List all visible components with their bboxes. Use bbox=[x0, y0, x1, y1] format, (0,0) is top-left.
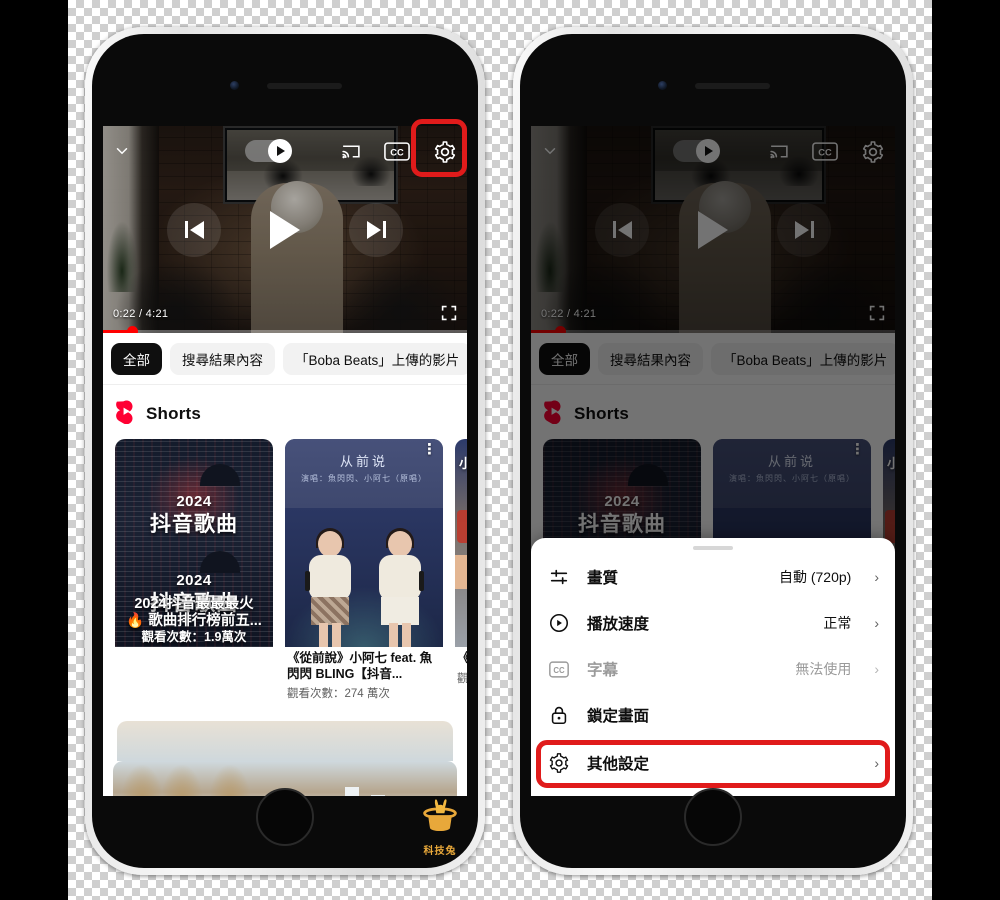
phone-before: CC 0:22 / 4:21 全部 搜尋結果內容 「Boba Beats」上傳的… bbox=[85, 27, 485, 875]
shorts-card-views: 觀 bbox=[457, 672, 467, 685]
phone-screen: CC 0:22 / 4:21 全部 搜尋結果內容 「Boba Beats」上傳的… bbox=[103, 126, 467, 796]
shorts-thumbnail[interactable]: 小阿 bbox=[455, 439, 467, 647]
watermark-text: 科技兔 bbox=[423, 846, 457, 857]
progress-scrubber bbox=[127, 326, 139, 333]
shorts-card[interactable]: 从前说 演唱：魚閃閃、小阿七（原唱） ⋮ bbox=[285, 439, 443, 701]
thumb-overlay-text: 小阿 bbox=[459, 456, 467, 471]
shorts-label: Shorts bbox=[146, 404, 202, 423]
chevron-down-icon[interactable] bbox=[113, 142, 131, 160]
singer-left bbox=[305, 528, 353, 647]
autoplay-toggle-knob bbox=[268, 139, 292, 163]
chip-all[interactable]: 全部 bbox=[111, 343, 162, 375]
rabbit-in-hat-icon bbox=[423, 799, 457, 831]
settings-gear-button[interactable] bbox=[433, 140, 457, 164]
quality-sliders-icon bbox=[547, 565, 571, 589]
settings-row-quality[interactable]: 畫質 自動 (720p) › bbox=[531, 554, 895, 600]
phone-bezel: CC 0:22 / 4:21 全部 搜尋結果內容 「Boba Beats」上傳的… bbox=[92, 34, 478, 868]
singer-right bbox=[377, 528, 424, 647]
settings-row-value: 自動 (720p) bbox=[778, 569, 852, 585]
closed-captions-icon: CC bbox=[547, 657, 571, 681]
shorts-card[interactable]: 小阿 《唱 觀 bbox=[455, 439, 467, 701]
chevron-right-icon: › bbox=[874, 569, 879, 585]
more-options-icon[interactable]: ⋮ bbox=[422, 442, 437, 457]
thumb-overlay-text: 抖音歌曲 bbox=[150, 512, 238, 536]
next-video-card-peek[interactable] bbox=[117, 721, 453, 762]
shorts-card-meta: 《從前說》小阿七 feat. 魚閃閃 BLING【抖音... 觀看次數：274 … bbox=[285, 647, 443, 701]
left-letterbox bbox=[0, 0, 68, 900]
shorts-card-title: 《唱 bbox=[457, 651, 467, 667]
chevron-right-icon: › bbox=[874, 615, 879, 631]
chevron-right-icon: › bbox=[874, 661, 879, 677]
phone-after: CC 0: bbox=[513, 27, 913, 875]
chevron-right-icon: › bbox=[874, 755, 879, 771]
home-button[interactable] bbox=[256, 788, 314, 846]
phone-screen: CC 0: bbox=[531, 126, 895, 796]
shorts-carousel[interactable]: 2024 抖音歌曲 2024 抖音歌曲 2024抖音最最最火 🔥 歌曲排行榜前五… bbox=[103, 439, 467, 716]
svg-text:CC: CC bbox=[553, 665, 565, 674]
watermark-logo: 科技兔 bbox=[416, 796, 464, 857]
lock-screen-icon bbox=[547, 703, 571, 727]
chip-search-results[interactable]: 搜尋結果內容 bbox=[170, 343, 275, 375]
timecode: 0:22 / 4:21 bbox=[113, 308, 169, 320]
player-settings-sheet: 畫質 自動 (720p) › 播放速度 正常 › CC 字幕 無法使用 › 鎖定… bbox=[531, 538, 895, 796]
phone-bezel: CC 0: bbox=[520, 34, 906, 868]
cast-icon[interactable] bbox=[339, 141, 363, 162]
shorts-card-title: 《從前說》小阿七 feat. 魚閃閃 BLING【抖音... bbox=[287, 651, 433, 681]
settings-row-playback-speed[interactable]: 播放速度 正常 › bbox=[531, 600, 895, 646]
video-progress-bar[interactable] bbox=[103, 326, 467, 333]
shorts-thumbnail[interactable]: 2024 抖音歌曲 2024 抖音歌曲 2024抖音最最最火 🔥 歌曲排行榜前五… bbox=[115, 439, 273, 647]
chip-channel-uploads[interactable]: 「Boba Beats」上傳的影片 bbox=[283, 343, 467, 375]
front-camera-icon bbox=[658, 81, 667, 90]
thumb-song-title: 从前说 bbox=[339, 454, 388, 469]
closed-captions-icon[interactable]: CC bbox=[384, 142, 410, 161]
shorts-logo-icon bbox=[115, 399, 136, 429]
shorts-card-meta: 《唱 觀 bbox=[455, 647, 467, 686]
thumb-song-subtitle: 演唱：魚閃閃、小阿七（原唱） bbox=[301, 474, 427, 483]
next-button[interactable] bbox=[349, 202, 403, 257]
shorts-thumbnail[interactable]: 从前说 演唱：魚閃閃、小阿七（原唱） ⋮ bbox=[285, 439, 443, 647]
fullscreen-icon[interactable] bbox=[441, 305, 457, 321]
thumb-views-overlay: 觀看次數：1.9萬次 bbox=[141, 630, 247, 644]
screenshot-stage: CC 0:22 / 4:21 全部 搜尋結果內容 「Boba Beats」上傳的… bbox=[0, 0, 1000, 900]
gear-icon bbox=[547, 751, 571, 775]
settings-row-label: 鎖定畫面 bbox=[587, 708, 650, 725]
front-camera-icon bbox=[230, 81, 239, 90]
settings-row-additional[interactable]: 其他設定 › bbox=[537, 740, 889, 786]
sheet-drag-handle[interactable] bbox=[693, 546, 733, 550]
previous-button[interactable] bbox=[167, 202, 221, 257]
settings-row-lock-screen[interactable]: 鎖定畫面 bbox=[531, 692, 895, 738]
home-button[interactable] bbox=[684, 788, 742, 846]
svg-text:CC: CC bbox=[390, 148, 404, 158]
playback-speed-icon bbox=[547, 611, 571, 635]
right-letterbox bbox=[932, 0, 1000, 900]
settings-row-captions: CC 字幕 無法使用 › bbox=[531, 646, 895, 692]
shorts-card[interactable]: 2024 抖音歌曲 2024 抖音歌曲 2024抖音最最最火 🔥 歌曲排行榜前五… bbox=[115, 439, 273, 701]
settings-row-value: 正常 bbox=[823, 615, 852, 631]
video-player[interactable]: CC 0:22 / 4:21 bbox=[103, 126, 467, 333]
settings-row-label: 其他設定 bbox=[587, 756, 650, 773]
settings-row-label: 畫質 bbox=[587, 570, 619, 587]
earpiece-speaker bbox=[695, 83, 770, 89]
play-button[interactable] bbox=[270, 210, 300, 249]
settings-row-label: 字幕 bbox=[587, 662, 619, 679]
settings-row-value: 無法使用 bbox=[795, 661, 852, 677]
earpiece-speaker bbox=[267, 83, 342, 89]
filter-chip-row[interactable]: 全部 搜尋結果內容 「Boba Beats」上傳的影片 bbox=[103, 333, 467, 385]
settings-row-label: 播放速度 bbox=[587, 616, 650, 633]
shorts-header: Shorts bbox=[103, 385, 467, 439]
shorts-card-views: 觀看次數：274 萬次 bbox=[287, 688, 390, 701]
autoplay-toggle[interactable] bbox=[245, 139, 292, 163]
